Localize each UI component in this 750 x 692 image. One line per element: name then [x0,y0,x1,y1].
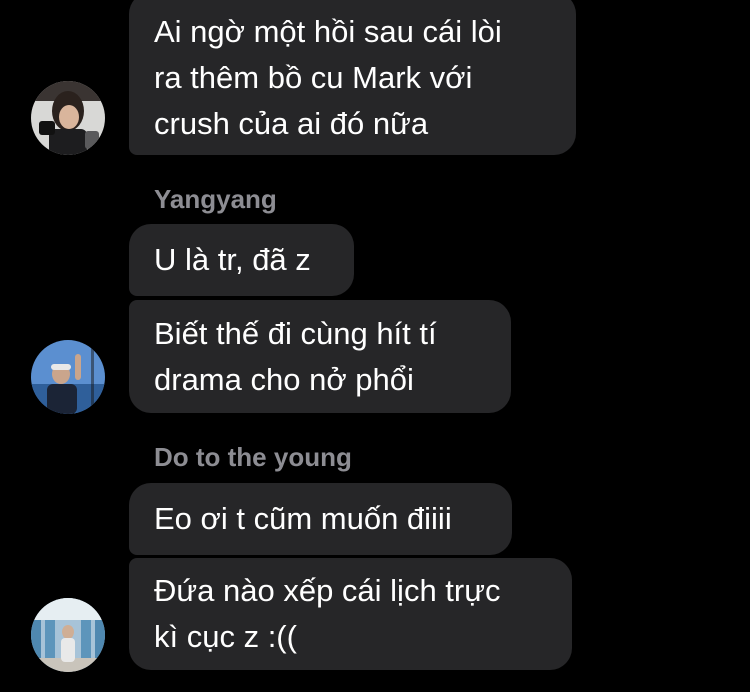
sender-avatar[interactable] [31,598,105,672]
message-bubble[interactable]: Ai ngờ một hồi sau cái lòi ra thêm bồ cu… [129,0,576,155]
avatar-photo-icon [31,81,105,155]
message-text-line: U là tr, đã z [154,242,311,277]
message-bubble[interactable]: Đứa nào xếp cái lịch trực kì cục z :(( [129,558,572,670]
message-text-line: Ai ngờ một hồi sau cái lòi [154,13,502,49]
message-text-line: crush của ai đó nữa [154,105,429,141]
message-text-line: kì cục z :(( [154,619,297,654]
avatar-photo-icon [31,340,105,414]
sender-avatar[interactable] [31,81,105,155]
message-text-line: Eo ơi t cũm muốn điiii [154,501,452,536]
message-bubble[interactable]: Eo ơi t cũm muốn điiii [129,483,512,555]
sender-name: Yangyang [154,184,277,214]
sender-name: Do to the young [154,442,352,472]
message-bubble[interactable]: U là tr, đã z [129,224,354,296]
message-text-line: Đứa nào xếp cái lịch trực [154,573,501,608]
message-bubble[interactable]: Biết thế đi cùng hít tí drama cho nở phổ… [129,300,511,413]
sender-avatar[interactable] [31,340,105,414]
message-text-line: drama cho nở phổi [154,361,414,397]
avatar-photo-icon [31,598,105,672]
message-text-line: ra thêm bồ cu Mark với [154,59,473,95]
message-text-line: Biết thế đi cùng hít tí [154,315,437,351]
